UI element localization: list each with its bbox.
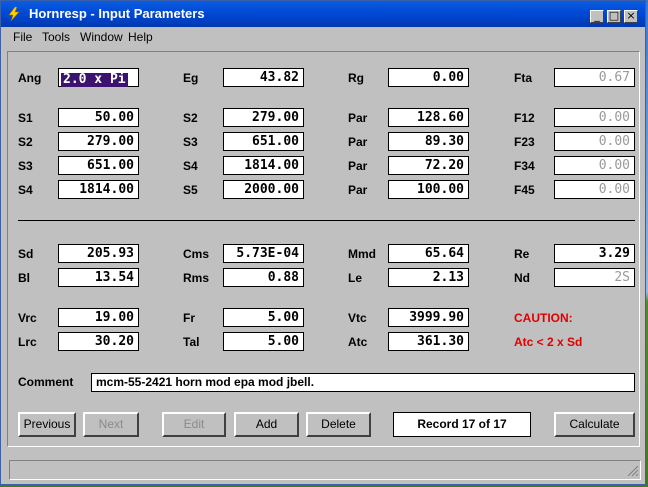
label-re: Re xyxy=(514,247,530,261)
field-par-3[interactable]: 72.20 xyxy=(388,156,469,175)
field-ang[interactable]: 2.0 x Pi xyxy=(58,68,139,87)
label-s3-b: S3 xyxy=(18,159,33,173)
label-tal: Tal xyxy=(183,335,200,349)
label-s3: S3 xyxy=(183,135,198,149)
label-vrc: Vrc xyxy=(18,311,37,325)
field-rg[interactable]: 0.00 xyxy=(388,68,469,87)
field-mmd[interactable]: 65.64 xyxy=(388,244,469,263)
caution-message: Atc < 2 x Sd xyxy=(514,335,583,349)
label-s5: S5 xyxy=(183,183,198,197)
field-cms[interactable]: 5.73E-04 xyxy=(223,244,304,263)
maximize-button[interactable]: □ xyxy=(607,10,621,23)
label-s4: S4 xyxy=(183,159,198,173)
calculate-button[interactable]: Calculate xyxy=(554,412,635,437)
field-s2-b[interactable]: 279.00 xyxy=(58,132,139,151)
menu-file[interactable]: File xyxy=(13,30,32,44)
field-s2[interactable]: 279.00 xyxy=(223,108,304,127)
comment-field[interactable]: mcm-55-2421 horn mod epa mod jbell. xyxy=(91,373,635,392)
edit-button[interactable]: Edit xyxy=(162,412,226,437)
label-bl: Bl xyxy=(18,271,30,285)
field-sd[interactable]: 205.93 xyxy=(58,244,139,263)
field-s3-b[interactable]: 651.00 xyxy=(58,156,139,175)
label-comment: Comment xyxy=(18,375,74,389)
field-f45[interactable]: 0.00 xyxy=(554,180,635,199)
label-cms: Cms xyxy=(183,247,210,261)
label-fta: Fta xyxy=(514,71,532,85)
label-s2-b: S2 xyxy=(18,135,33,149)
field-tal[interactable]: 5.00 xyxy=(223,332,304,351)
field-atc[interactable]: 361.30 xyxy=(388,332,469,351)
field-s4-b[interactable]: 1814.00 xyxy=(58,180,139,199)
field-vrc[interactable]: 19.00 xyxy=(58,308,139,327)
add-button[interactable]: Add xyxy=(234,412,299,437)
field-par-1[interactable]: 128.60 xyxy=(388,108,469,127)
field-re[interactable]: 3.29 xyxy=(554,244,635,263)
minimize-button[interactable]: _ xyxy=(590,10,604,23)
label-rg: Rg xyxy=(348,71,364,85)
delete-button[interactable]: Delete xyxy=(306,412,371,437)
field-lrc[interactable]: 30.20 xyxy=(58,332,139,351)
label-s4-b: S4 xyxy=(18,183,33,197)
field-f12[interactable]: 0.00 xyxy=(554,108,635,127)
field-s3[interactable]: 651.00 xyxy=(223,132,304,151)
label-nd: Nd xyxy=(514,271,530,285)
label-par-2: Par xyxy=(348,135,368,149)
field-s5[interactable]: 2000.00 xyxy=(223,180,304,199)
close-button[interactable]: × xyxy=(624,10,638,23)
lightning-app-icon xyxy=(8,7,20,21)
menu-help[interactable]: Help xyxy=(128,30,153,44)
field-s4[interactable]: 1814.00 xyxy=(223,156,304,175)
resize-grip-icon[interactable] xyxy=(627,465,639,477)
label-lrc: Lrc xyxy=(18,335,37,349)
field-fr[interactable]: 5.00 xyxy=(223,308,304,327)
label-atc: Atc xyxy=(348,335,368,349)
field-nd[interactable]: 2S xyxy=(554,268,635,287)
field-eg[interactable]: 43.82 xyxy=(223,68,304,87)
label-f23: F23 xyxy=(514,135,535,149)
hornresp-window: Hornresp - Input Parameters _ □ × File T… xyxy=(0,0,646,485)
field-s1[interactable]: 50.00 xyxy=(58,108,139,127)
label-par-3: Par xyxy=(348,159,368,173)
label-fr: Fr xyxy=(183,311,195,325)
field-rms[interactable]: 0.88 xyxy=(223,268,304,287)
menu-bar: File Tools Window Help xyxy=(1,27,645,47)
menu-window[interactable]: Window xyxy=(80,30,123,44)
previous-button[interactable]: Previous xyxy=(18,412,76,437)
field-le[interactable]: 2.13 xyxy=(388,268,469,287)
section-divider xyxy=(18,220,635,221)
label-ang: Ang xyxy=(18,71,42,85)
title-bar[interactable]: Hornresp - Input Parameters _ □ × xyxy=(1,1,645,27)
label-le: Le xyxy=(348,271,363,285)
label-s1: S1 xyxy=(18,111,33,125)
label-par-4: Par xyxy=(348,183,368,197)
record-indicator: Record 17 of 17 xyxy=(393,412,531,437)
next-button[interactable]: Next xyxy=(83,412,139,437)
caution-title: CAUTION: xyxy=(514,311,573,325)
label-mmd: Mmd xyxy=(348,247,376,261)
field-f23[interactable]: 0.00 xyxy=(554,132,635,151)
label-par-1: Par xyxy=(348,111,368,125)
label-sd: Sd xyxy=(18,247,34,261)
field-f34[interactable]: 0.00 xyxy=(554,156,635,175)
field-fta[interactable]: 0.67 xyxy=(554,68,635,87)
field-par-4[interactable]: 100.00 xyxy=(388,180,469,199)
menu-tools[interactable]: Tools xyxy=(42,30,70,44)
window-title: Hornresp - Input Parameters xyxy=(29,6,205,21)
status-bar xyxy=(9,460,641,480)
field-ang-value: 2.0 x Pi xyxy=(61,72,128,87)
label-rms: Rms xyxy=(183,271,210,285)
label-f34: F34 xyxy=(514,159,535,173)
label-f12: F12 xyxy=(514,111,535,125)
label-vtc: Vtc xyxy=(348,311,367,325)
label-f45: F45 xyxy=(514,183,535,197)
label-eg: Eg xyxy=(183,71,199,85)
field-par-2[interactable]: 89.30 xyxy=(388,132,469,151)
field-vtc[interactable]: 3999.90 xyxy=(388,308,469,327)
label-s2: S2 xyxy=(183,111,198,125)
field-bl[interactable]: 13.54 xyxy=(58,268,139,287)
